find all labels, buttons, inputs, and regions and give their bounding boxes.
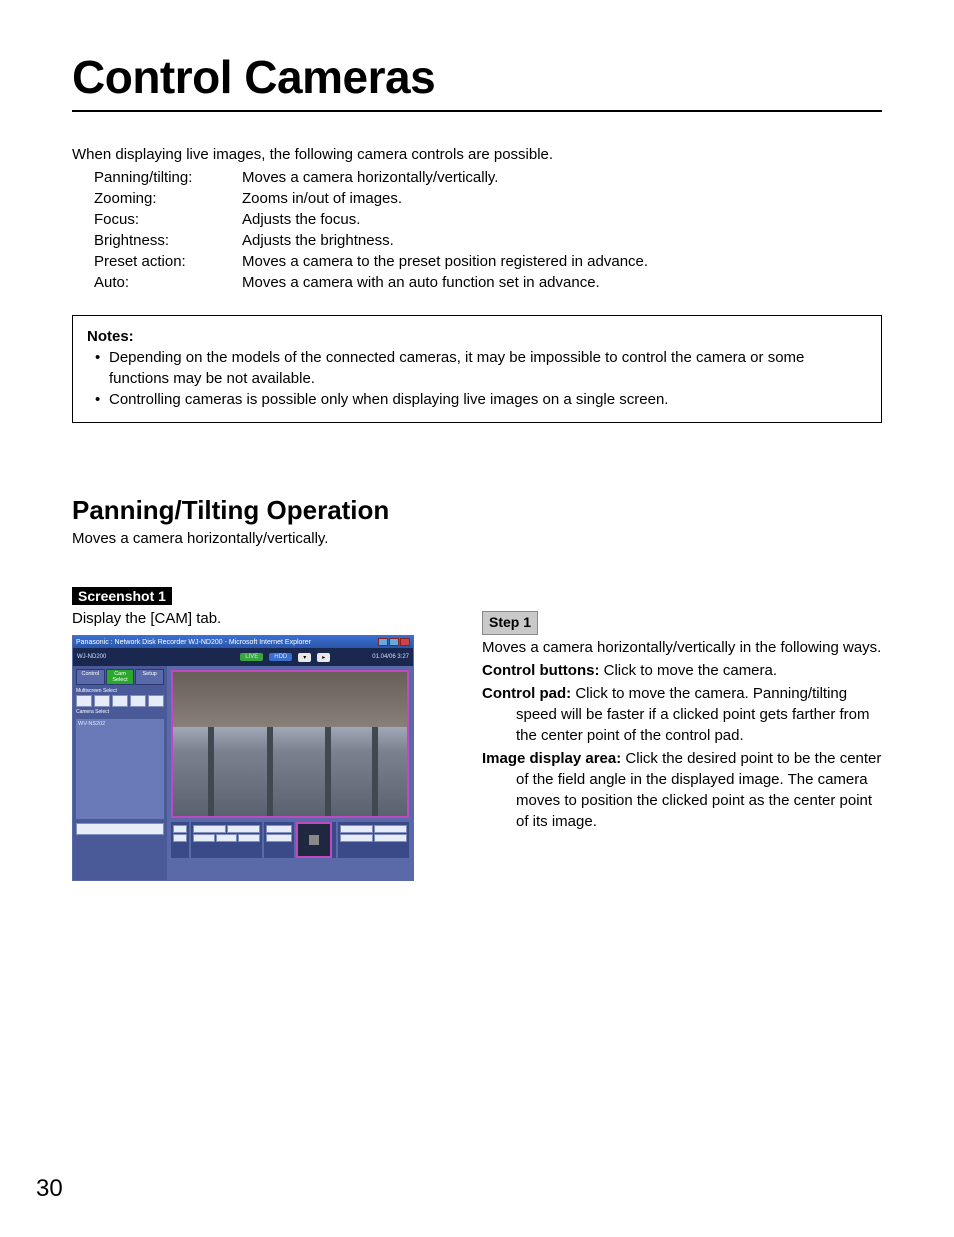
- control-desc: Moves a camera horizontally/vertically.: [242, 167, 882, 188]
- tab-control[interactable]: Control: [76, 669, 105, 685]
- minimize-icon[interactable]: [378, 638, 388, 646]
- tab-cam-select[interactable]: Cam Select: [106, 669, 135, 685]
- clock: 01.04/06 3:27: [372, 654, 409, 660]
- close-icon[interactable]: [400, 638, 410, 646]
- camera-list[interactable]: WV-NS202: [76, 719, 164, 819]
- control-label: Brightness:: [94, 230, 242, 251]
- control-desc: Moves a camera to the preset position re…: [242, 251, 882, 272]
- elzoom-x4[interactable]: [148, 695, 164, 707]
- sequence-button[interactable]: [94, 695, 110, 707]
- brightness-minus-button[interactable]: [340, 825, 373, 833]
- focus-far-button[interactable]: [238, 834, 260, 842]
- focus-auto-button[interactable]: [193, 834, 215, 842]
- tab-setup[interactable]: Setup: [135, 669, 164, 685]
- maximize-icon[interactable]: [389, 638, 399, 646]
- intro-text: When displaying live images, the followi…: [72, 144, 882, 165]
- window-title: Panasonic : Network Disk Recorder WJ-ND2…: [76, 639, 311, 646]
- brightness-plus-button[interactable]: [374, 825, 407, 833]
- control-pad[interactable]: [296, 822, 332, 858]
- hdd-pill[interactable]: HDD: [269, 653, 292, 661]
- notes-title: Notes:: [87, 326, 867, 347]
- control-label: Preset action:: [94, 251, 242, 272]
- notes-box: Notes: •Depending on the models of the c…: [72, 315, 882, 423]
- cam-toggle[interactable]: [173, 825, 187, 833]
- auto-button[interactable]: [266, 825, 292, 833]
- elzoom-x1[interactable]: [112, 695, 128, 707]
- page-number: 30: [36, 1175, 63, 1203]
- preset-go-button[interactable]: [374, 834, 407, 842]
- control-desc: Moves a camera with an auto function set…: [242, 272, 882, 293]
- control-label: Zooming:: [94, 188, 242, 209]
- screenshot-badge: Screenshot 1: [72, 587, 172, 605]
- step-badge: Step 1: [482, 611, 538, 635]
- focus-near-button[interactable]: [216, 834, 238, 842]
- definition-item: Image display area: Click the desired po…: [482, 748, 882, 832]
- control-definitions: Panning/tilting:Moves a camera horizonta…: [72, 167, 882, 293]
- control-desc: Adjusts the brightness.: [242, 230, 882, 251]
- section-subtitle: Moves a camera horizontally/vertically.: [72, 530, 882, 547]
- screenshot-caption: Display the [CAM] tab.: [72, 610, 442, 627]
- section-title: Panning/Tilting Operation: [72, 495, 882, 526]
- note-text: Controlling cameras is possible only whe…: [109, 389, 668, 410]
- multiscreen-label: Multiscreen Select: [76, 688, 164, 694]
- search-button[interactable]: ▸: [317, 653, 330, 662]
- device-label: WJ-ND200: [77, 654, 106, 660]
- camera-select-label: Camera Select: [76, 709, 164, 715]
- control-label: Focus:: [94, 209, 242, 230]
- definition-item: Control buttons: Click to move the camer…: [482, 660, 882, 681]
- control-label: Auto:: [94, 272, 242, 293]
- step-intro: Moves a camera horizontally/vertically i…: [482, 637, 882, 658]
- screenshot-image: Panasonic : Network Disk Recorder WJ-ND2…: [72, 635, 414, 881]
- note-text: Depending on the models of the connected…: [109, 347, 867, 389]
- image-display-area[interactable]: [171, 670, 409, 818]
- control-label: Panning/tilting:: [94, 167, 242, 188]
- zoom-in-button[interactable]: [227, 825, 260, 833]
- control-desc: Zooms in/out of images.: [242, 188, 882, 209]
- preset-home-button[interactable]: [340, 834, 373, 842]
- dropdown[interactable]: ▾: [298, 653, 311, 662]
- page-title: Control Cameras: [72, 50, 882, 112]
- elzoom-x2[interactable]: [130, 695, 146, 707]
- definition-item: Control pad: Click to move the camera. P…: [482, 683, 882, 746]
- live-pill[interactable]: LIVE: [240, 653, 263, 661]
- cam-toggle[interactable]: [173, 834, 187, 842]
- stop-button[interactable]: [266, 834, 292, 842]
- bullet-icon: •: [95, 347, 109, 389]
- bullet-icon: •: [95, 389, 109, 410]
- login-button[interactable]: [76, 823, 164, 835]
- multiscreen-button[interactable]: [76, 695, 92, 707]
- control-desc: Adjusts the focus.: [242, 209, 882, 230]
- zoom-out-button[interactable]: [193, 825, 226, 833]
